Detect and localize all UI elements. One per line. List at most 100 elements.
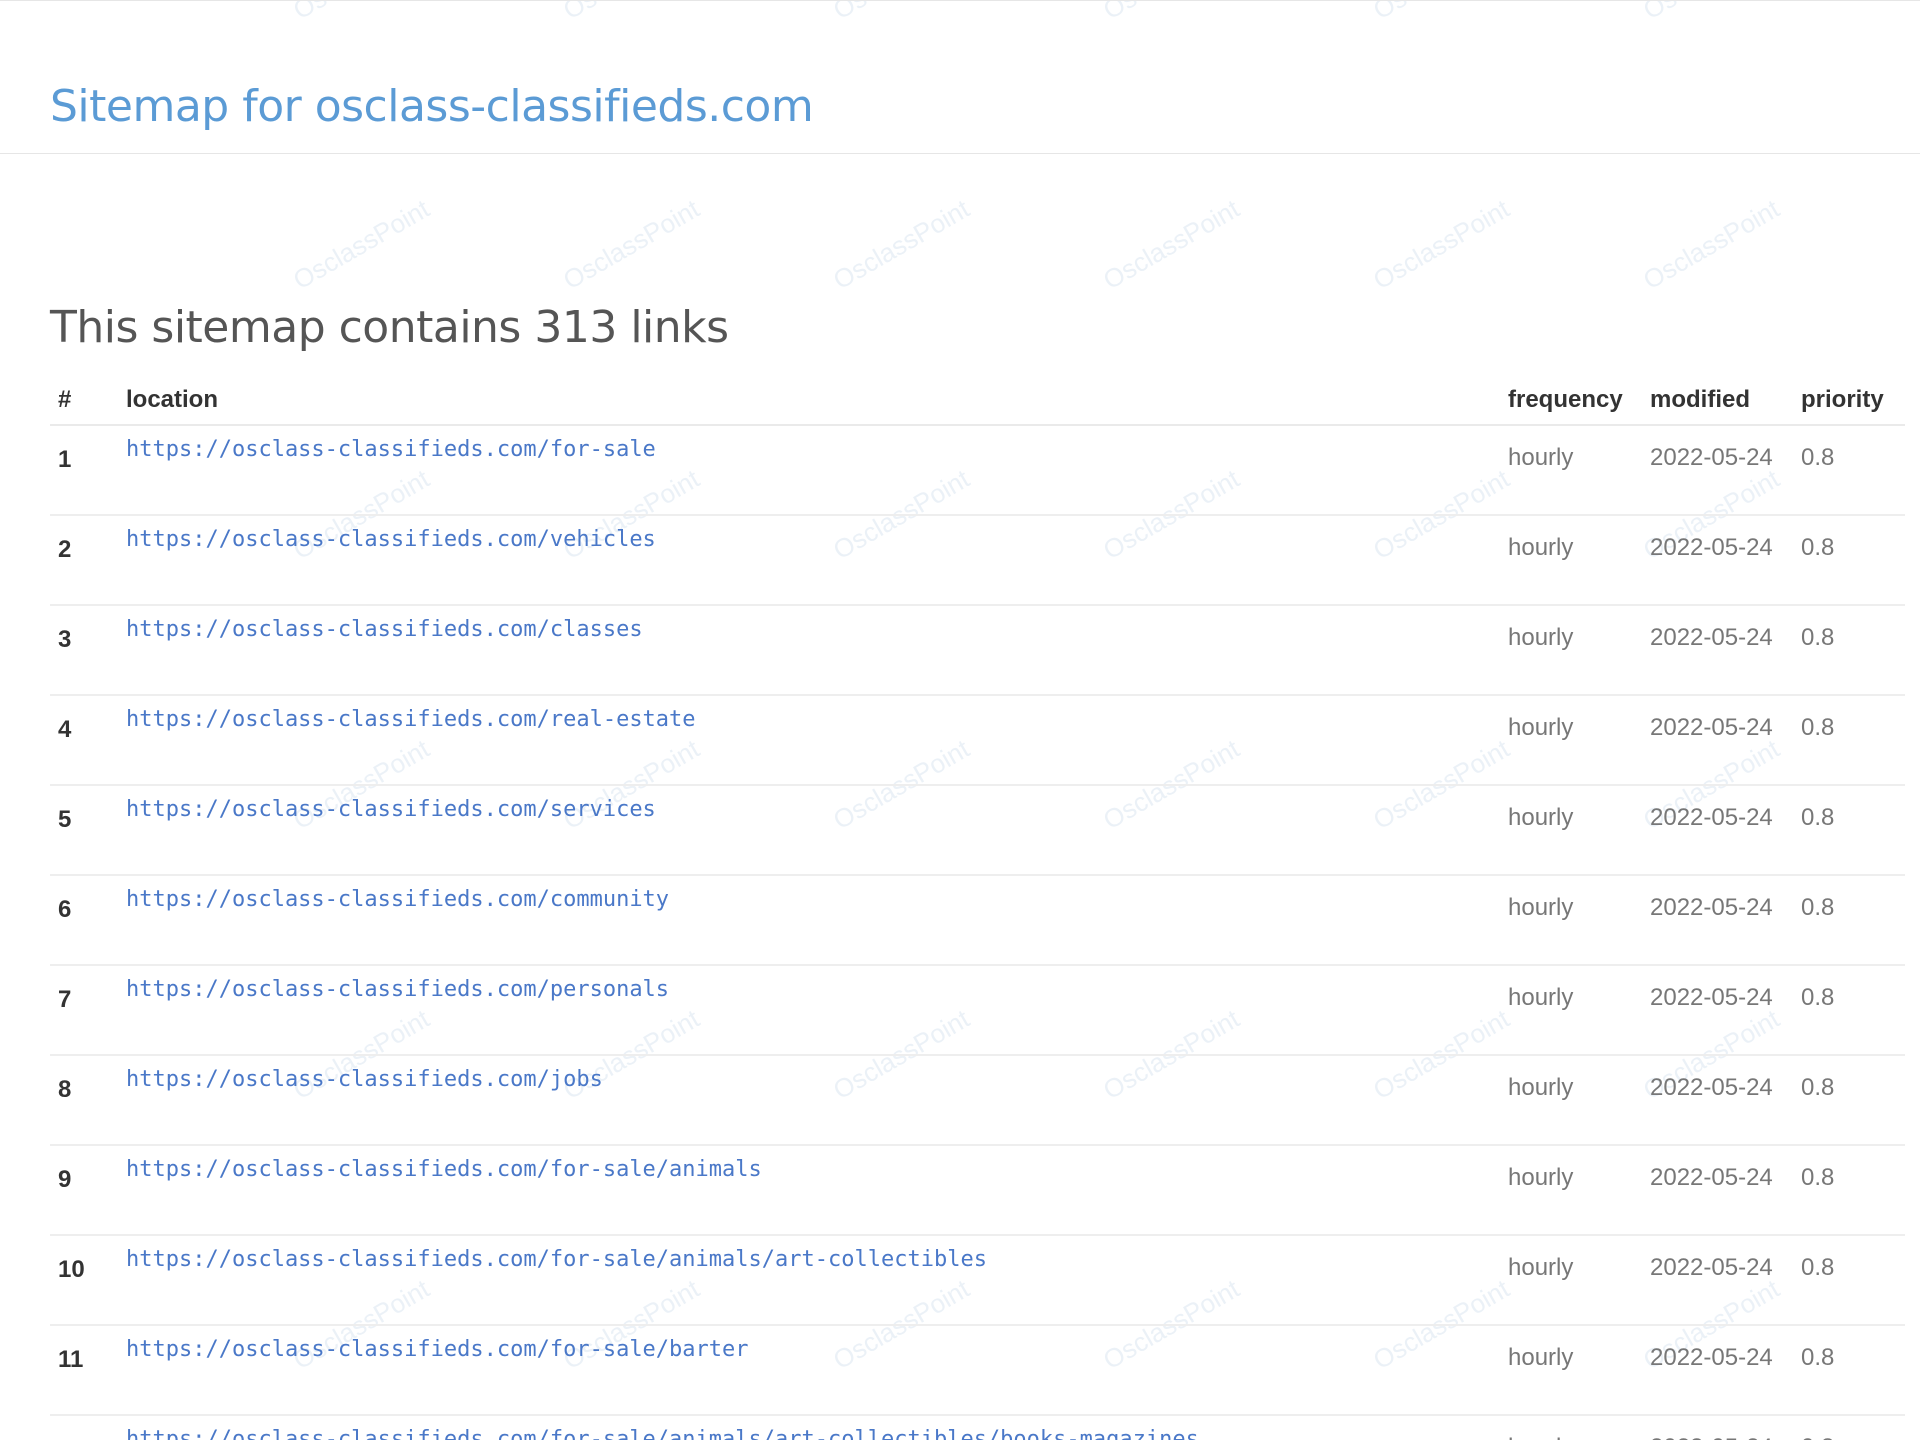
row-frequency: hourly [1500,605,1642,696]
location-link[interactable]: https://osclass-classifieds.com/for-sale [126,432,1500,467]
row-modified: 2022-05-24 [1642,1145,1793,1236]
row-priority: 0.8 [1793,1325,1905,1416]
row-priority: 0.8 [1793,605,1905,696]
row-priority: 0.8 [1793,785,1905,876]
row-number: 11 [50,1325,118,1416]
row-frequency: hourly [1500,1325,1642,1416]
table-row: 9 https://osclass-classifieds.com/for-sal… [50,1145,1905,1236]
row-location-cell: https://osclass-classifieds.com/for-sale… [118,1145,1500,1236]
location-link[interactable]: https://osclass-classifieds.com/services [126,792,1500,827]
location-link[interactable]: https://osclass-classifieds.com/classes [126,612,1500,647]
row-frequency: hourly [1500,1145,1642,1236]
row-modified: 2022-05-24 [1642,605,1793,696]
row-modified: 2022-05-24 [1642,1055,1793,1146]
row-number: 6 [50,875,118,966]
row-location-cell: https://osclass-classifieds.com/for-sale… [118,1235,1500,1326]
column-header-number: # [50,378,118,426]
table-row: 1 https://osclass-classifieds.com/for-sal… [50,425,1905,516]
location-link[interactable]: https://osclass-classifieds.com/jobs [126,1062,1500,1097]
row-priority: 0.8 [1793,965,1905,1056]
location-link[interactable]: https://osclass-classifieds.com/for-sale… [126,1242,1500,1277]
table-row: 4 https://osclass-classifieds.com/real-es… [50,695,1905,786]
table-row: 10 https://osclass-classifieds.com/for-sa… [50,1235,1905,1326]
row-modified: 2022-05-24 [1642,875,1793,966]
watermark-text: OsclassPoint [1368,193,1515,295]
row-frequency: hourly [1500,1055,1642,1146]
column-header-modified: modified [1642,378,1793,426]
row-number: 9 [50,1145,118,1236]
table-row: 11 https://osclass-classifieds.com/for-sa… [50,1325,1905,1416]
row-number: 2 [50,515,118,606]
row-number: 8 [50,1055,118,1146]
row-number: 1 [50,425,118,516]
row-priority: 0.8 [1793,1235,1905,1326]
row-frequency: hourly [1500,1415,1642,1440]
row-frequency: hourly [1500,425,1642,516]
location-link[interactable]: https://osclass-classifieds.com/personal… [126,972,1500,1007]
row-modified: 2022-05-24 [1642,1325,1793,1416]
page-header: Sitemap for osclass-classifieds.com [0,0,1920,154]
row-location-cell: https://osclass-classifieds.com/for-sale… [118,1325,1500,1416]
location-link[interactable]: https://osclass-classifieds.com/for-sale… [126,1152,1500,1187]
row-location-cell: https://osclass-classifieds.com/classes [118,605,1500,696]
row-number: 10 [50,1235,118,1326]
row-modified: 2022-05-24 [1642,1235,1793,1326]
row-frequency: hourly [1500,1235,1642,1326]
row-location-cell: https://osclass-classifieds.com/communit… [118,875,1500,966]
row-modified: 2022-05-24 [1642,515,1793,606]
row-frequency: hourly [1500,785,1642,876]
row-frequency: hourly [1500,965,1642,1056]
table-row: 8 https://osclass-classifieds.com/jobs hou… [50,1055,1905,1146]
table-row: 7 https://osclass-classifieds.com/persona… [50,965,1905,1056]
row-frequency: hourly [1500,695,1642,786]
row-priority: 0.8 [1793,425,1905,516]
watermark-text: OsclassPoint [1098,193,1245,295]
row-priority: 0.8 [1793,1415,1905,1440]
location-link[interactable]: https://osclass-classifieds.com/vehicles [126,522,1500,557]
row-location-cell: https://osclass-classifieds.com/personal… [118,965,1500,1056]
location-link[interactable]: https://osclass-classifieds.com/for-sale… [126,1422,1500,1440]
row-number: 4 [50,695,118,786]
row-frequency: hourly [1500,875,1642,966]
watermark-text: OsclassPoint [288,193,435,295]
row-priority: 0.8 [1793,1145,1905,1236]
location-link[interactable]: https://osclass-classifieds.com/for-sale… [126,1332,1500,1367]
location-link[interactable]: https://osclass-classifieds.com/communit… [126,882,1500,917]
row-priority: 0.8 [1793,875,1905,966]
row-priority: 0.8 [1793,695,1905,786]
table-header: # location frequency modified priority [50,378,1905,426]
row-modified: 2022-05-24 [1642,965,1793,1056]
row-location-cell: https://osclass-classifieds.com/services [118,785,1500,876]
column-header-frequency: frequency [1500,378,1642,426]
row-modified: 2022-05-24 [1642,1415,1793,1440]
row-priority: 0.8 [1793,515,1905,606]
table-row: 6 https://osclass-classifieds.com/communi… [50,875,1905,966]
row-location-cell: https://osclass-classifieds.com/vehicles [118,515,1500,606]
table-row: 3 https://osclass-classifieds.com/classes… [50,605,1905,696]
table-row: 12 https://osclass-classifieds.com/for-sa… [50,1415,1905,1440]
table-row: 5 https://osclass-classifieds.com/service… [50,785,1905,876]
row-priority: 0.8 [1793,1055,1905,1146]
watermark-text: OsclassPoint [828,193,975,295]
row-number: 5 [50,785,118,876]
row-location-cell: https://osclass-classifieds.com/for-sale… [118,1415,1500,1440]
watermark-text: OsclassPoint [558,193,705,295]
row-modified: 2022-05-24 [1642,695,1793,786]
page-title: Sitemap for osclass-classifieds.com [50,81,814,132]
table-row: 2 https://osclass-classifieds.com/vehicle… [50,515,1905,606]
row-location-cell: https://osclass-classifieds.com/for-sale [118,425,1500,516]
row-modified: 2022-05-24 [1642,785,1793,876]
column-header-location: location [118,378,1500,426]
sitemap-summary: This sitemap contains 313 links [50,302,729,353]
row-location-cell: https://osclass-classifieds.com/real-est… [118,695,1500,786]
row-number: 3 [50,605,118,696]
location-link[interactable]: https://osclass-classifieds.com/real-est… [126,702,1500,737]
row-number: 7 [50,965,118,1056]
watermark-text: OsclassPoint [1638,193,1785,295]
sitemap-table: # location frequency modified priority 1… [50,378,1905,1440]
row-frequency: hourly [1500,515,1642,606]
row-location-cell: https://osclass-classifieds.com/jobs [118,1055,1500,1146]
column-header-priority: priority [1793,378,1905,426]
table-body: 1 https://osclass-classifieds.com/for-sal… [50,425,1905,1440]
row-modified: 2022-05-24 [1642,425,1793,516]
